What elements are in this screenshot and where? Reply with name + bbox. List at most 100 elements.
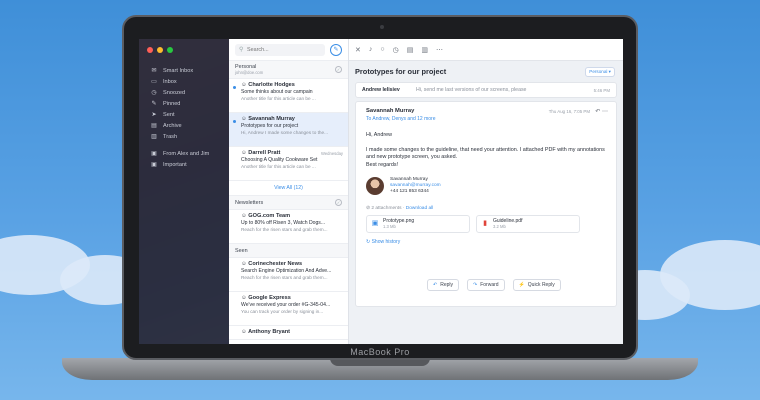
show-history-link[interactable]: ↻ Show history	[366, 239, 606, 245]
message-preview: Another title for this article can be ..…	[241, 164, 316, 169]
mark-icon[interactable]: ○	[380, 46, 384, 53]
message-sender: ☺ Google Express	[241, 295, 342, 301]
sidebar-item-important[interactable]: ▣ Important	[139, 159, 229, 170]
reply-icon[interactable]: ↶	[595, 109, 600, 115]
reply-button[interactable]: ↶ Reply	[427, 279, 459, 291]
person-icon: ☺	[241, 261, 247, 267]
action-label: Forward	[480, 282, 499, 288]
message-subject: Some thinks about our campain	[241, 89, 313, 95]
folder-badge[interactable]: Personal ▾	[585, 67, 615, 77]
group-title: Seen	[235, 247, 248, 254]
group-header-personal[interactable]: Personal john@doe.com ✓	[229, 61, 348, 79]
action-label: Quick Reply	[527, 282, 555, 288]
close-window-button[interactable]	[147, 47, 153, 53]
folder-badge-label: Personal	[589, 69, 608, 74]
signature: Savannah Murray savannah@murray.com +44 …	[366, 177, 606, 196]
attachment[interactable]: ▣ Prototype.png 1.3 Mb	[366, 214, 470, 233]
sidebar-item-label: Smart Inbox	[163, 67, 194, 74]
sent-icon: ➤	[151, 112, 157, 118]
person-icon: ☺	[241, 150, 247, 156]
unread-dot	[233, 86, 236, 89]
email-greeting: Hi, Andrew	[366, 132, 393, 138]
microphone-icon[interactable]: ♪	[369, 46, 373, 53]
sidebar-item-label: Trash	[163, 133, 178, 140]
sidebar-item-trash[interactable]: ▥ Trash	[139, 131, 229, 142]
message-preview: Reach for the risen stars and grab them.…	[241, 275, 328, 280]
mark-read-icon[interactable]: ✓	[335, 66, 342, 73]
archive-icon: ▤	[151, 123, 157, 129]
message-subject: We've received your order #G-345-04...	[241, 302, 331, 308]
more-icon[interactable]: ⋯	[602, 109, 608, 115]
forward-button[interactable]: ↷ Forward	[467, 279, 505, 291]
snooze-icon[interactable]: ◷	[393, 46, 399, 54]
search-input[interactable]	[235, 43, 325, 56]
sidebar-item-sent[interactable]: ➤ Sent	[139, 109, 229, 120]
email-recipients[interactable]: To Andrew, Denys and 12 more	[366, 116, 606, 122]
message-sender: ☺ Savannah Murray	[241, 116, 342, 122]
show-history-label: Show history	[371, 238, 401, 245]
history-icon: ↻	[366, 238, 371, 245]
person-icon: ☺	[241, 82, 247, 88]
sidebar-item-archive[interactable]: ▤ Archive	[139, 120, 229, 131]
sidebar-item-label: Inbox	[163, 78, 177, 85]
compose-button[interactable]: ✎	[330, 43, 342, 56]
reply-icon: ↶	[433, 282, 438, 288]
person-icon: ☺	[241, 295, 247, 301]
close-icon[interactable]: ✕	[355, 46, 361, 54]
attachment-size: 3.2 Mb	[493, 224, 506, 230]
list-item[interactable]: ☺ Charlotte Hodges Some thinks about our …	[229, 79, 348, 113]
search-icon: ⚲	[239, 47, 244, 53]
person-icon: ☺	[241, 116, 247, 122]
list-item[interactable]: ☺ Savannah Murray Prototypes for our proj…	[229, 113, 348, 147]
list-item[interactable]: ☺ GOG.com Team Up to 80% off Risen 3, Wat…	[229, 210, 348, 244]
attachment[interactable]: ▮ Guideline.pdf 3.2 Mb	[476, 214, 580, 233]
quick-reply-button[interactable]: ⚡ Quick Reply	[512, 279, 561, 291]
sidebar-item-from-alex-and-jim[interactable]: ▣ From Alex and Jim	[139, 148, 229, 159]
attachments: ▣ Prototype.png 1.3 Mb ▮ Guideline.pdf 3.2 Mb	[366, 214, 606, 233]
sidebar: ✉ Smart Inbox ▭ Inbox ◷ Snoozed ✎ Pinned ➤ Sent ▤ A…	[139, 39, 229, 344]
thread-title: Prototypes for our project	[355, 67, 447, 76]
mark-read-icon[interactable]: ✓	[335, 199, 342, 206]
email-sender: Andrew Ielisiev	[362, 87, 400, 93]
laptop-brand: MacBook Pro	[350, 347, 410, 357]
attachments-header: ⊘ 2 attachments · Download all	[366, 205, 434, 211]
collapsed-email[interactable]: Andrew Ielisiev Hi, send me last version…	[355, 82, 617, 98]
more-icon[interactable]: ⋯	[436, 46, 443, 54]
zoom-window-button[interactable]	[167, 47, 173, 53]
email-text: I made some changes to the guideline, th…	[366, 146, 605, 161]
pdf-file-icon: ▮	[483, 219, 487, 227]
group-header-newsletters[interactable]: Newsletters ✓	[229, 196, 348, 210]
pin-icon: ✎	[151, 101, 157, 107]
minimize-window-button[interactable]	[157, 47, 163, 53]
list-item[interactable]: ☺ Google Express We've received your orde…	[229, 292, 348, 326]
view-all-link[interactable]: View All (12)	[229, 181, 348, 196]
sidebar-item-inbox[interactable]: ▭ Inbox	[139, 76, 229, 87]
email-time: Thu Aug 16, 7:05 PM	[548, 109, 590, 114]
message-sender: ☺ Anthony Bryant	[241, 329, 342, 335]
window-controls	[139, 47, 229, 65]
snooze-icon: ◷	[151, 90, 157, 96]
sidebar-item-pinned[interactable]: ✎ Pinned	[139, 98, 229, 109]
inbox-icon: ▭	[151, 79, 157, 85]
message-subject: Search Engine Optimization And Adve...	[241, 268, 332, 274]
group-header-seen[interactable]: Seen	[229, 244, 348, 258]
message-list: ⚲ ✎ Personal john@doe.com ✓ ☺ Charlotte …	[229, 39, 349, 344]
archive-icon[interactable]: ▤	[407, 46, 414, 54]
forward-icon: ↷	[473, 282, 478, 288]
download-all-link[interactable]: Download all	[406, 206, 433, 211]
message-sender-name: Charlotte Hodges	[248, 82, 295, 88]
sidebar-item-snoozed[interactable]: ◷ Snoozed	[139, 87, 229, 98]
sidebar-item-smart-inbox[interactable]: ✉ Smart Inbox	[139, 65, 229, 76]
list-item[interactable]: ☺ Anthony Bryant	[229, 326, 348, 340]
trash-icon[interactable]: ▥	[421, 46, 428, 54]
list-item[interactable]: ☺ Darrell Pratt Wednesday Choosing A Quali…	[229, 147, 348, 181]
message-preview: You can track your order by signing in..…	[241, 309, 324, 314]
signature-phone: +44 121 853 6344	[390, 189, 429, 195]
email-time: 5:46 PM	[593, 87, 610, 93]
list-item[interactable]: ☺ Corinechester News Search Engine Optimi…	[229, 258, 348, 292]
group-title: Newsletters	[235, 199, 264, 206]
email-closing: Best regards!	[366, 161, 399, 168]
sidebar-item-label: Sent	[163, 111, 175, 118]
message-sender: ☺ Charlotte Hodges	[241, 82, 342, 88]
avatar	[366, 177, 384, 196]
